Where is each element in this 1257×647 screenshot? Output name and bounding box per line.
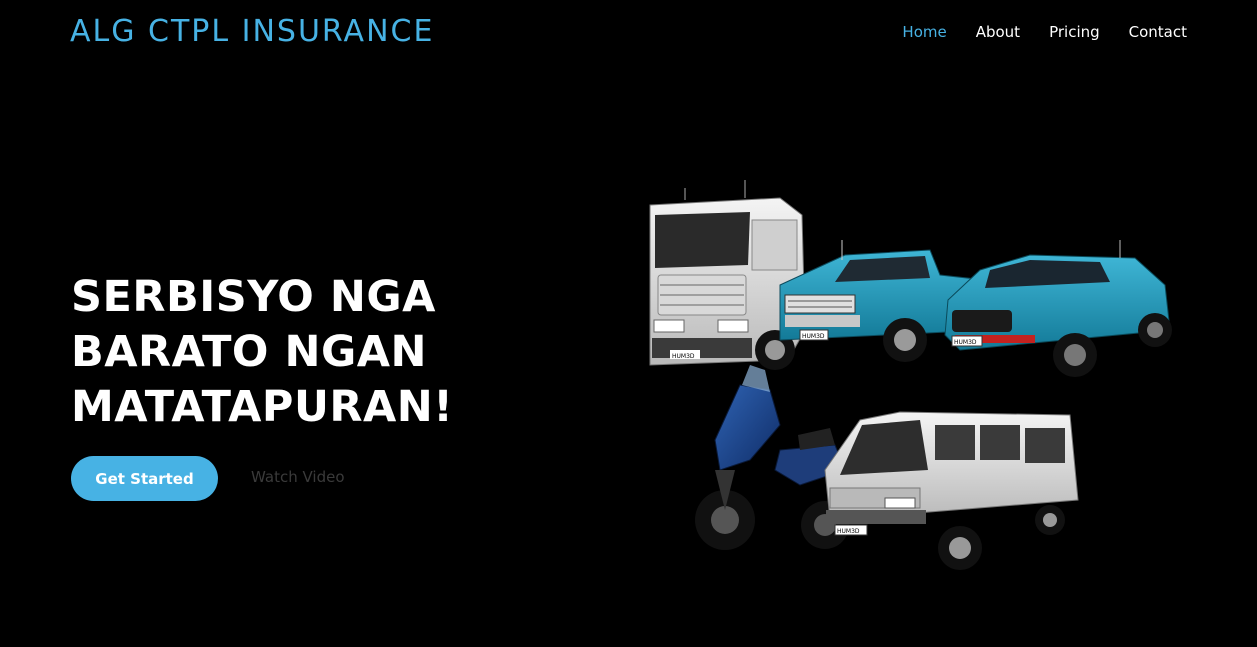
vehicles-illustration: HUM3D HUM3D HUM3D HUM3D (649, 180, 1172, 570)
nav-home[interactable]: Home (902, 23, 946, 41)
truck-image: HUM3D (649, 180, 806, 370)
scooter-image (695, 365, 849, 550)
main-nav: Home About Pricing Contact (902, 23, 1187, 41)
van-plate: HUM3D (837, 528, 860, 535)
nav-contact[interactable]: Contact (1129, 23, 1187, 41)
nav-pricing[interactable]: Pricing (1049, 23, 1100, 41)
hero-headline-line-1: SERBISYO NGA (71, 272, 436, 322)
suv-image: HUM3D (944, 240, 1172, 377)
hero-headline-line-3: MATATAPURAN! (71, 382, 454, 432)
get-started-button[interactable]: Get Started (71, 456, 218, 501)
suv-plate: HUM3D (954, 339, 977, 346)
truck-plate: HUM3D (672, 353, 695, 360)
pickup-plate: HUM3D (802, 333, 825, 340)
brand-logo-text[interactable]: ALG CTPL INSURANCE (70, 14, 434, 49)
hero-headline: SERBISYO NGA BARATO NGAN MATATAPURAN! (71, 270, 531, 435)
nav-about[interactable]: About (976, 23, 1020, 41)
van-image: HUM3D (824, 411, 1079, 570)
watch-video-link[interactable]: Watch Video (251, 468, 345, 486)
hero-headline-line-2: BARATO NGAN (71, 327, 428, 377)
